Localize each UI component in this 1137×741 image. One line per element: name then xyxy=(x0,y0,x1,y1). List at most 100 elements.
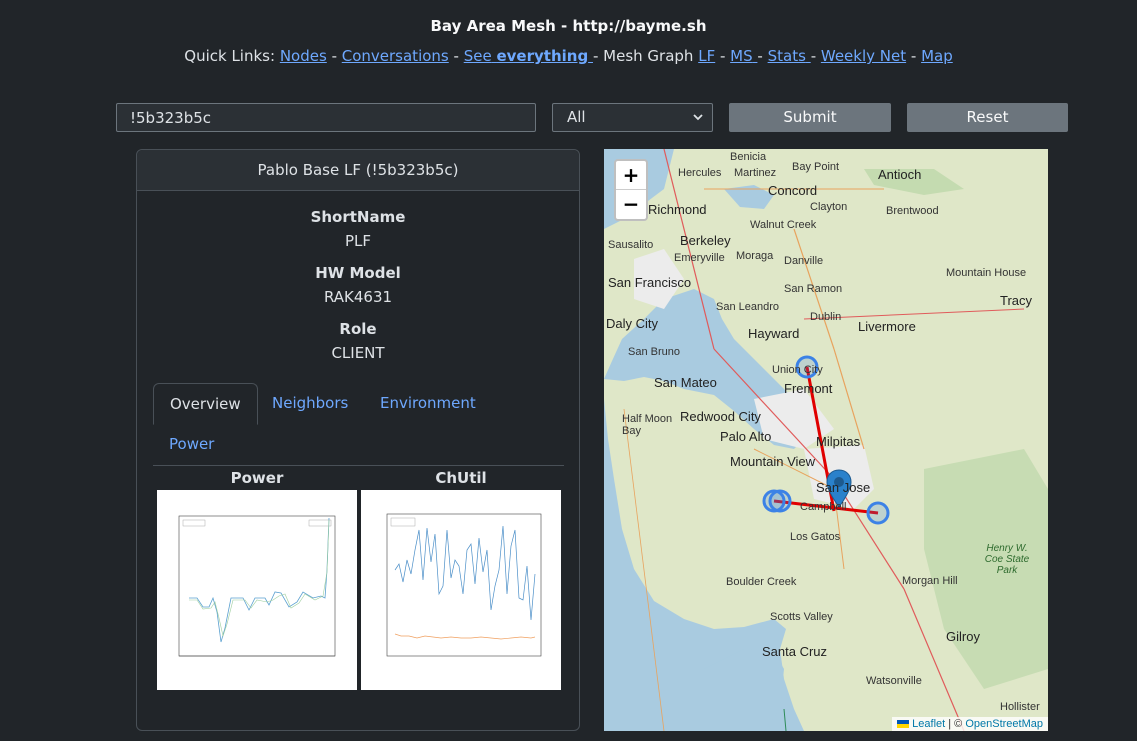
osm-link[interactable]: OpenStreetMap xyxy=(965,718,1043,730)
place-label: Concord xyxy=(768,183,818,198)
place-label: San Ramon xyxy=(784,283,843,295)
power-chart-image[interactable] xyxy=(157,490,357,690)
place-label: Palo Alto xyxy=(720,429,772,444)
chutil-chart-panel: ChUtil xyxy=(361,468,561,690)
place-label: Mountain View xyxy=(730,454,816,469)
link-stats-text: Stats xyxy=(767,47,806,65)
node-card: Pablo Base LF (!5b323b5c) ShortName PLF … xyxy=(136,149,580,731)
place-label: San Francisco xyxy=(608,275,692,290)
place-label: Clayton xyxy=(810,201,848,213)
place-label: San Leandro xyxy=(716,301,779,313)
header: Bay Area Mesh - http://bayme.sh Quick Li… xyxy=(0,16,1137,66)
quick-links-label: Quick Links: xyxy=(184,47,276,65)
zoom-out-button[interactable]: − xyxy=(616,190,646,219)
place-label: Antioch xyxy=(878,167,922,182)
place-label: Livermore xyxy=(858,319,916,334)
search-input[interactable] xyxy=(116,103,536,132)
tab-overview[interactable]: Overview xyxy=(153,383,258,425)
mesh-map[interactable]: Benicia Hercules Martinez Bay Point Anti… xyxy=(604,149,1048,731)
link-ms[interactable]: MS xyxy=(730,47,757,65)
place-label: San Bruno xyxy=(628,346,680,358)
type-select-value: All xyxy=(567,108,586,126)
place-label: Moraga xyxy=(736,250,774,262)
place-label: Richmond xyxy=(648,202,707,217)
shortname-value: PLF xyxy=(344,232,372,250)
place-label: Union City xyxy=(772,364,823,376)
place-label: Santa Cruz xyxy=(762,644,828,659)
attr-role: Role CLIENT xyxy=(137,317,579,365)
place-label: San Jose xyxy=(816,480,871,495)
place-label: Redwood City xyxy=(680,409,761,424)
place-label: Boulder Creek xyxy=(726,576,797,588)
link-ms-text: MS xyxy=(730,47,753,65)
link-everything-text: everything xyxy=(496,47,589,65)
link-stats[interactable]: Stats xyxy=(768,47,811,65)
submit-button[interactable]: Submit xyxy=(729,103,891,132)
place-label: Brentwood xyxy=(886,205,939,217)
tab-environment[interactable]: Environment xyxy=(364,383,492,425)
place-label: Milpitas xyxy=(816,434,861,449)
shortname-label: ShortName xyxy=(310,208,406,226)
place-label: Martinez xyxy=(734,167,777,179)
place-label: Half Moon Bay xyxy=(622,413,673,437)
chutil-chart-image[interactable] xyxy=(361,490,561,690)
place-label: Fremont xyxy=(784,381,833,396)
place-label: Danville xyxy=(784,255,824,267)
place-label: Sausalito xyxy=(608,239,654,251)
attr-shortname: ShortName PLF xyxy=(137,205,579,253)
mesh-graph-label: Mesh Graph xyxy=(603,47,694,65)
place-label: Benicia xyxy=(730,151,767,163)
tab-neighbors[interactable]: Neighbors xyxy=(256,383,364,425)
reset-button[interactable]: Reset xyxy=(907,103,1068,132)
attr-hw-model: HW Model RAK4631 xyxy=(137,261,579,309)
place-label: Daly City xyxy=(606,316,659,331)
node-attributes: ShortName PLF HW Model RAK4631 Role CLIE… xyxy=(137,191,579,365)
place-label: Scotts Valley xyxy=(770,611,833,623)
role-label: Role xyxy=(339,320,377,338)
link-nodes[interactable]: Nodes xyxy=(280,47,327,65)
place-label: Morgan Hill xyxy=(902,575,958,587)
hw-model-label: HW Model xyxy=(315,264,401,282)
zoom-control: + − xyxy=(614,159,648,221)
place-label: Campbell xyxy=(800,501,847,513)
place-label: Emeryville xyxy=(674,252,725,264)
link-lf[interactable]: LF xyxy=(698,47,715,65)
type-select[interactable]: All xyxy=(552,103,713,132)
place-label: Mountain House xyxy=(946,267,1027,279)
ukraine-flag-icon xyxy=(897,720,910,728)
attribution-separator: | © xyxy=(948,718,963,730)
place-label: Dublin xyxy=(810,311,842,323)
place-label: Los Gatos xyxy=(790,531,841,543)
zoom-in-button[interactable]: + xyxy=(616,161,646,190)
place-label: Hercules xyxy=(678,167,722,179)
hw-model-value: RAK4631 xyxy=(323,288,393,306)
place-label: Henry W. Coe State Park xyxy=(984,543,1030,576)
search-form: All Submit Reset xyxy=(116,103,1068,133)
link-see-everything[interactable]: See everything xyxy=(464,47,593,65)
quick-links: Quick Links: Nodes - Conversations - See… xyxy=(184,47,953,65)
power-chart-title: Power xyxy=(230,469,284,487)
link-map[interactable]: Map xyxy=(921,47,953,65)
place-label: Bay Point xyxy=(792,161,840,173)
power-chart-panel: Power xyxy=(157,468,357,690)
link-see-text: See xyxy=(463,47,492,65)
node-tabs: Overview Neighbors Environment Power xyxy=(153,383,564,466)
link-weekly-net[interactable]: Weekly Net xyxy=(821,47,906,65)
link-conversations[interactable]: Conversations xyxy=(342,47,449,65)
place-label: Watsonville xyxy=(866,675,922,687)
leaflet-link[interactable]: Leaflet xyxy=(912,718,945,730)
place-label: Walnut Creek xyxy=(750,219,817,231)
chutil-chart-title: ChUtil xyxy=(435,469,487,487)
place-label: Tracy xyxy=(1000,293,1033,308)
place-label: San Mateo xyxy=(654,375,717,390)
chevron-down-icon xyxy=(692,104,704,141)
place-label: Hayward xyxy=(748,326,800,341)
site-title: Bay Area Mesh - http://bayme.sh xyxy=(430,17,707,35)
tab-power[interactable]: Power xyxy=(153,424,230,466)
role-value: CLIENT xyxy=(331,344,385,362)
node-card-header: Pablo Base LF (!5b323b5c) xyxy=(137,150,579,191)
map-attribution: Leaflet | © OpenStreetMap xyxy=(892,717,1048,731)
place-label: Berkeley xyxy=(680,233,731,248)
place-label: Gilroy xyxy=(946,629,980,644)
place-label: Hollister xyxy=(1000,701,1040,713)
